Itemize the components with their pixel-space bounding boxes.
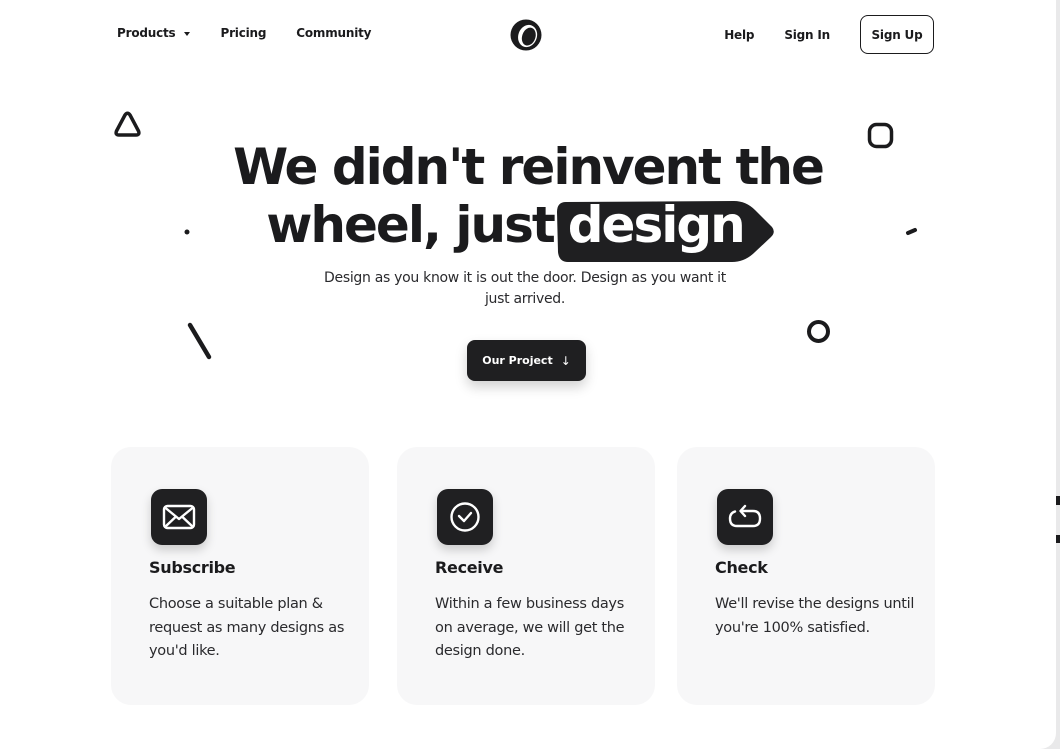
our-project-label: Our Project [482,354,553,367]
nav-right: Help Sign In Sign Up [724,15,934,54]
feature-title: Receive [435,558,504,577]
feature-title: Subscribe [149,558,236,577]
feature-text: We'll revise the designs until you're 10… [715,596,915,636]
feature-card-check: Check We'll revise the designs until you… [677,447,935,705]
hero-highlight: design [556,196,790,262]
arrow-down-icon: ↓ [560,353,571,368]
hero-title: We didn't reinvent the wheel, just desig… [0,138,1056,262]
our-project-button[interactable]: Our Project ↓ [467,340,586,381]
nav-community-link[interactable]: Community [296,26,371,40]
ring-shape-icon [807,320,830,343]
hero-highlight-text: design [567,196,746,254]
logo-icon[interactable] [509,18,543,52]
slash-shape-icon [187,322,212,360]
landing-page: Products Pricing Community Help Sign In … [0,0,1056,749]
feature-text: Choose a suitable plan & request as many… [149,596,345,659]
nav-products-label: Products [117,26,176,40]
nav-left: Products Pricing Community [117,26,372,40]
triangle-shape-icon [114,111,141,137]
edge-fragment [1056,496,1060,505]
hero-title-line-1: We didn't reinvent the [233,138,825,196]
nav-help-link[interactable]: Help [724,28,754,42]
hero-subtitle: Design as you know it is out the door. D… [324,270,726,307]
envelope-icon [151,489,207,545]
nav-products-dropdown[interactable]: Products [117,26,191,40]
feature-card-subscribe: Subscribe Choose a suitable plan & reque… [111,447,369,705]
clock-check-icon [437,489,493,545]
feature-title: Check [715,558,768,577]
hero-title-line-2: wheel, just [266,196,556,254]
nav-sign-in-link[interactable]: Sign In [784,28,830,42]
feature-text: Within a few business days on average, w… [435,596,625,659]
feature-card-receive: Receive Within a few business days on av… [397,447,655,705]
sign-up-button[interactable]: Sign Up [860,15,934,54]
nav-pricing-link[interactable]: Pricing [220,26,266,40]
edge-fragment [1056,535,1060,543]
revise-loop-icon [717,489,773,545]
caret-down-icon [184,31,191,36]
